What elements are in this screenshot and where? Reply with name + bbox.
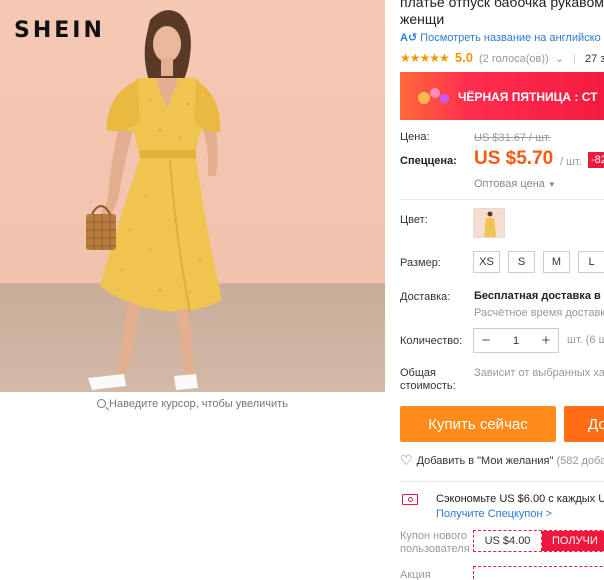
discount-badge: -82 xyxy=(588,152,604,168)
sale-price-label: Спеццена: xyxy=(400,155,457,167)
balloon-icon xyxy=(418,92,430,104)
coupon-amount: US $4.00 xyxy=(474,531,542,551)
quantity-input[interactable]: 1 xyxy=(498,335,534,347)
buy-now-button[interactable]: Купить сейчас xyxy=(400,406,556,442)
product-info-panel: платье отпуск бабочка рукавом Б женщи A↺… xyxy=(400,0,604,580)
shipping-method[interactable]: Бесплатная доставка в R xyxy=(474,290,604,302)
size-option-m[interactable]: M xyxy=(543,251,570,273)
shipping-label: Доставка: xyxy=(400,291,451,303)
quantity-label: Количество: xyxy=(400,335,463,347)
total-note: Зависит от выбранных хар xyxy=(474,367,604,379)
balloon-icon xyxy=(430,88,440,98)
size-option-s[interactable]: S xyxy=(508,251,535,273)
new-user-coupon: US $4.00 ПОЛУЧИ xyxy=(473,530,604,552)
delivery-time: Расчётное время доставки xyxy=(474,307,604,319)
plus-icon[interactable]: + xyxy=(534,332,558,349)
coupon-icon xyxy=(402,494,418,505)
add-to-wishlist-link[interactable]: ♡ Добавить в "Мои желания" (582 доба xyxy=(400,452,604,469)
price-label: Цена: xyxy=(400,131,430,143)
translate-title-link[interactable]: A↺ Посмотреть название на английско xyxy=(400,31,601,44)
rating-score: 5.0 xyxy=(454,50,473,65)
sale-price: US $5.70 xyxy=(474,148,554,169)
size-option-xs[interactable]: XS xyxy=(473,251,500,273)
get-coupon-link[interactable]: Получите Спецкупон > xyxy=(436,508,552,520)
promo-coupon[interactable] xyxy=(473,566,604,580)
banner-text: ЧЁРНАЯ ПЯТНИЦА : СТ xyxy=(458,90,598,104)
heart-icon: ♡ xyxy=(400,452,413,468)
get-coupon-button[interactable]: ПОЛУЧИ xyxy=(542,531,604,551)
brand-logo: SHEIN xyxy=(14,18,105,43)
translate-icon: A↺ xyxy=(400,32,418,44)
add-to-cart-button[interactable]: До xyxy=(564,406,604,442)
divider: | xyxy=(573,53,576,65)
size-options: XS S M L xyxy=(473,251,604,273)
orders-count: 27 за xyxy=(584,53,604,65)
zoom-hint: Наведите курсор, чтобы увеличить xyxy=(0,398,385,410)
black-friday-banner[interactable]: ЧЁРНАЯ ПЯТНИЦА : СТ xyxy=(400,72,604,120)
wishlist-count: (582 доба xyxy=(556,455,604,467)
caret-down-icon: ▼ xyxy=(547,180,556,189)
size-option-l[interactable]: L xyxy=(578,251,604,273)
price-unit: / шт. xyxy=(560,156,582,168)
dress-thumbnail xyxy=(484,211,496,237)
votes-count-link[interactable]: (2 голоса(ов)) xyxy=(479,53,549,65)
dress-model-illustration xyxy=(86,10,222,390)
quantity-stepper: − 1 + xyxy=(473,328,559,353)
product-image[interactable]: SHEIN xyxy=(0,0,385,392)
original-price: US $31.67 / шт. xyxy=(474,132,551,144)
stock-note: шт. (6 ш xyxy=(567,334,604,346)
new-user-coupon-label: Купон нового пользователя xyxy=(400,530,470,555)
product-title: платье отпуск бабочка рукавом Б женщи xyxy=(400,0,604,27)
magnifier-icon xyxy=(97,399,107,408)
total-label: Общая стоимость: xyxy=(400,367,456,392)
zoom-hint-text: Наведите курсор, чтобы увеличить xyxy=(109,398,288,410)
divider xyxy=(400,199,604,200)
minus-icon[interactable]: − xyxy=(474,332,498,349)
rating-row: ★★★★★ 5.0 (2 голоса(ов)) ⌄ | 27 за xyxy=(400,50,604,65)
coupon-save-text: Сэкономьте US $6.00 с каждых US xyxy=(436,493,604,505)
balloon-icon xyxy=(440,94,449,103)
wholesale-price-dropdown[interactable]: Оптовая цена ▼ xyxy=(474,178,556,190)
promo-label: Акция xyxy=(400,569,431,580)
chevron-down-icon[interactable]: ⌄ xyxy=(555,53,564,65)
size-label: Размер: xyxy=(400,257,441,269)
color-label: Цвет: xyxy=(400,214,428,226)
star-rating-icon: ★★★★★ xyxy=(400,51,450,65)
color-swatch-yellow[interactable] xyxy=(473,208,505,238)
